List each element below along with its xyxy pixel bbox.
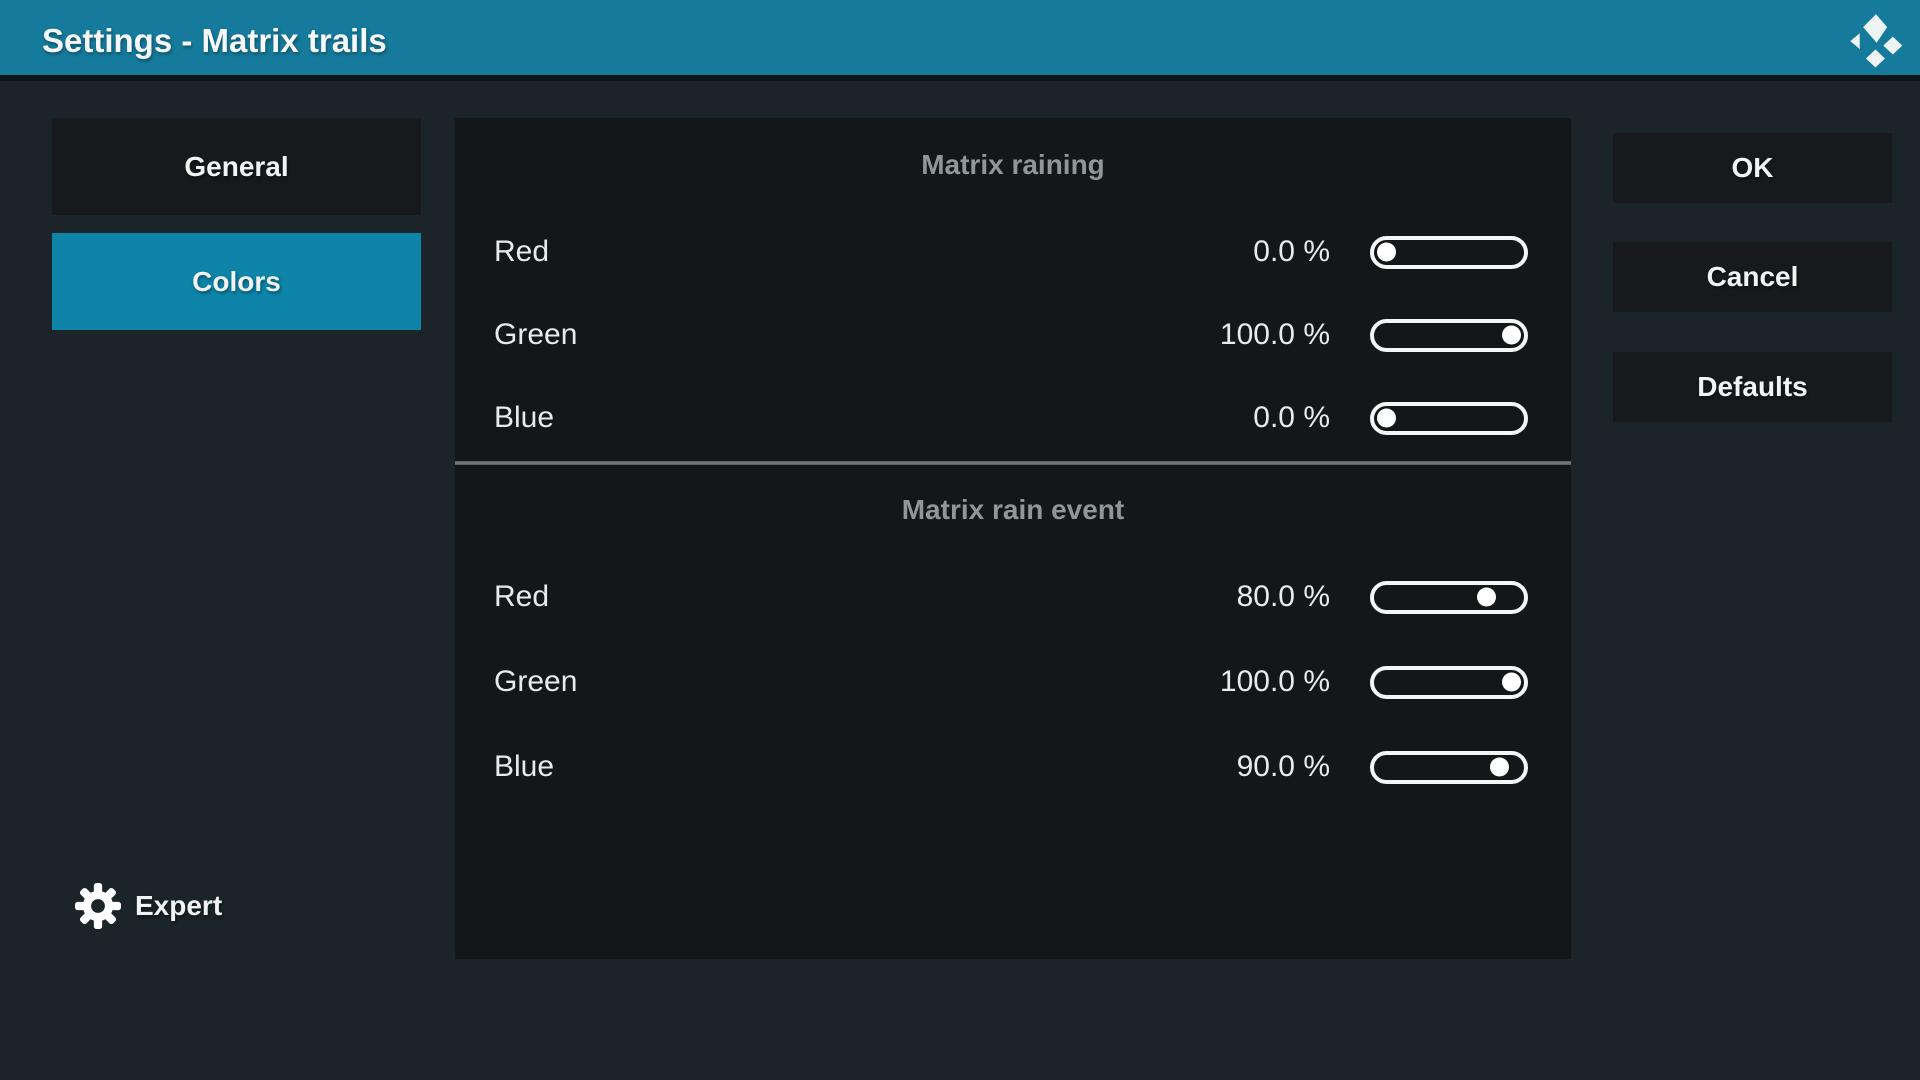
setting-value: 80.0 % xyxy=(1237,580,1330,614)
slider-knob[interactable] xyxy=(1502,673,1521,692)
setting-row-raining-blue[interactable]: Blue 0.0 % xyxy=(455,398,1571,438)
button-label: OK xyxy=(1732,152,1774,184)
slider-knob[interactable] xyxy=(1502,326,1521,345)
section-title-matrix-rain-event: Matrix rain event xyxy=(455,490,1571,530)
setting-value: 100.0 % xyxy=(1220,318,1330,352)
defaults-button[interactable]: Defaults xyxy=(1613,352,1892,422)
setting-row-raining-green[interactable]: Green 100.0 % xyxy=(455,315,1571,355)
dialog-title: Settings - Matrix trails xyxy=(42,0,387,81)
setting-label: Blue xyxy=(494,401,554,435)
kodi-logo-icon xyxy=(1848,8,1904,72)
setting-label: Red xyxy=(494,580,549,614)
cancel-button[interactable]: Cancel xyxy=(1613,242,1892,312)
gear-icon xyxy=(75,883,121,929)
red-slider[interactable] xyxy=(1370,581,1528,614)
sidebar-item-label: General xyxy=(184,151,288,183)
red-slider[interactable] xyxy=(1370,236,1528,269)
setting-label: Green xyxy=(494,318,577,352)
setting-value: 90.0 % xyxy=(1237,750,1330,784)
dialog-header: Settings - Matrix trails xyxy=(0,0,1920,81)
setting-row-raining-red[interactable]: Red 0.0 % xyxy=(455,232,1571,272)
setting-row-event-red[interactable]: Red 80.0 % xyxy=(455,577,1571,617)
blue-slider[interactable] xyxy=(1370,751,1528,784)
green-slider[interactable] xyxy=(1370,666,1528,699)
setting-value: 0.0 % xyxy=(1253,235,1330,269)
settings-panel: Matrix raining Red 0.0 % Green 100.0 % B… xyxy=(455,118,1571,959)
slider-knob[interactable] xyxy=(1477,588,1496,607)
setting-value: 0.0 % xyxy=(1253,401,1330,435)
ok-button[interactable]: OK xyxy=(1613,133,1892,203)
button-label: Cancel xyxy=(1707,261,1799,293)
slider-knob[interactable] xyxy=(1377,409,1396,428)
section-title-matrix-raining: Matrix raining xyxy=(455,145,1571,185)
settings-level-toggle[interactable]: Expert xyxy=(75,882,222,930)
blue-slider[interactable] xyxy=(1370,402,1528,435)
setting-label: Green xyxy=(494,665,577,699)
setting-value: 100.0 % xyxy=(1220,665,1330,699)
setting-label: Red xyxy=(494,235,549,269)
slider-knob[interactable] xyxy=(1377,243,1396,262)
button-label: Defaults xyxy=(1697,371,1807,403)
sidebar-item-label: Colors xyxy=(192,266,281,298)
sidebar-item-colors[interactable]: Colors xyxy=(52,233,421,330)
slider-knob[interactable] xyxy=(1490,758,1509,777)
green-slider[interactable] xyxy=(1370,319,1528,352)
setting-label: Blue xyxy=(494,750,554,784)
section-divider xyxy=(455,461,1571,465)
sidebar-item-general[interactable]: General xyxy=(52,118,421,215)
setting-row-event-green[interactable]: Green 100.0 % xyxy=(455,662,1571,702)
settings-level-label: Expert xyxy=(135,890,222,922)
setting-row-event-blue[interactable]: Blue 90.0 % xyxy=(455,747,1571,787)
